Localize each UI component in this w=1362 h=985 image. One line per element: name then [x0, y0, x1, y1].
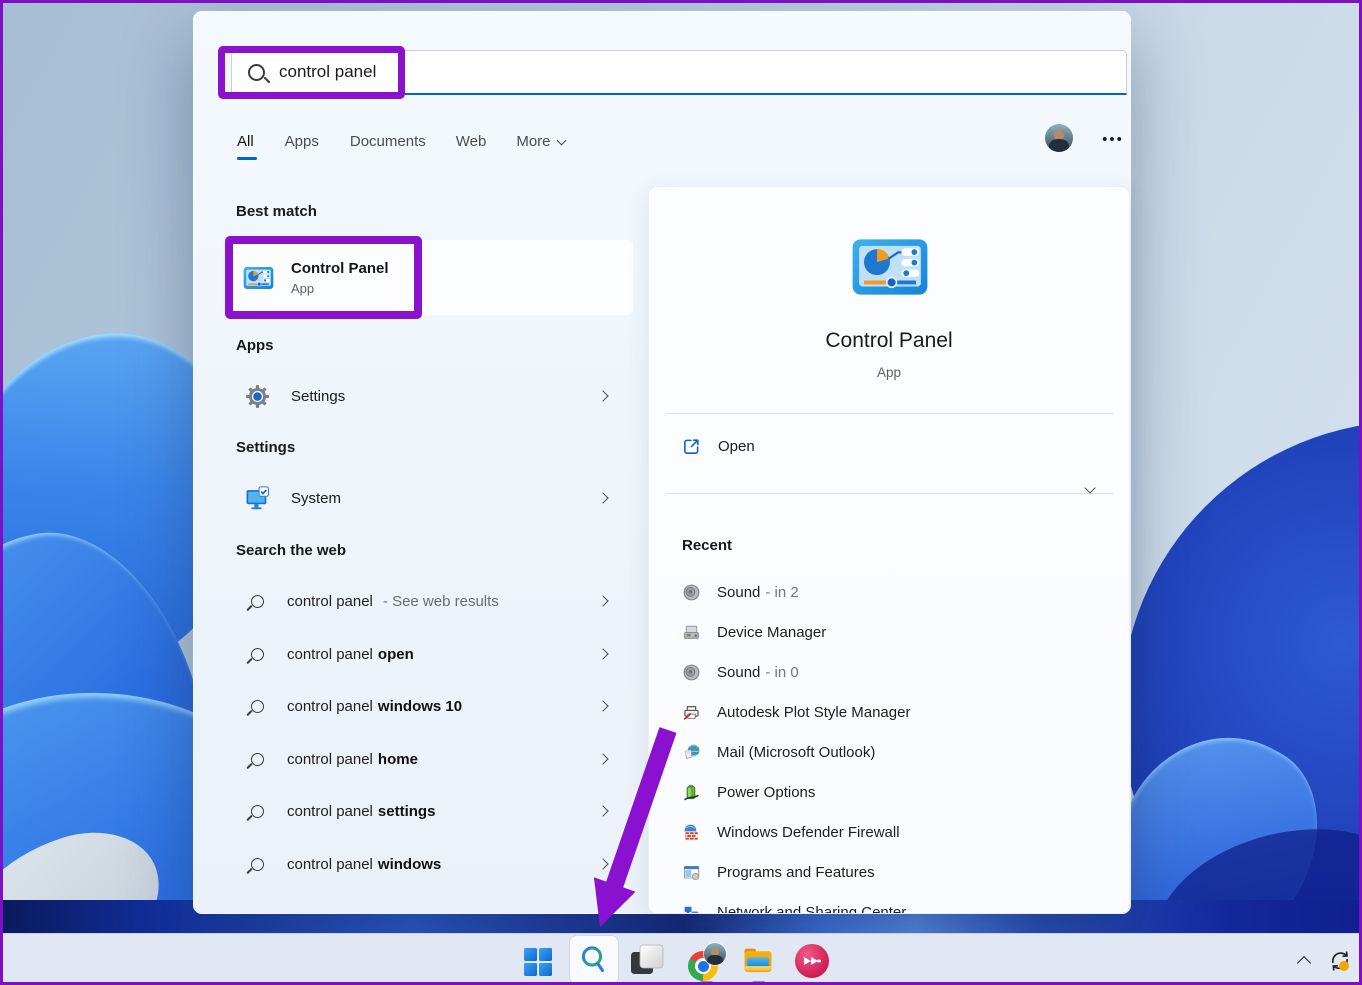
chrome-button[interactable]: [688, 943, 728, 983]
tab-all[interactable]: All: [237, 133, 254, 150]
expand-chevron-icon[interactable]: [1084, 482, 1095, 493]
capture-app-button[interactable]: [795, 944, 829, 978]
device-manager-icon: [682, 623, 701, 642]
result-label: System: [291, 490, 341, 507]
search-filter-tabs: All Apps Documents Web More: [237, 133, 565, 150]
gear-icon: [245, 384, 270, 409]
divider: [666, 493, 1114, 494]
apps-header: Apps: [236, 337, 274, 354]
task-view-button[interactable]: [630, 944, 666, 977]
tab-web[interactable]: Web: [456, 133, 487, 150]
recent-item-device-manager[interactable]: Device Manager: [682, 612, 1112, 652]
annotation-arrow: [543, 715, 683, 945]
web-suggestion[interactable]: control panel- See web results: [233, 577, 633, 625]
recent-item-sound[interactable]: Sound - in 2: [682, 572, 1112, 612]
search-query-text: control panel: [279, 62, 376, 82]
tab-apps[interactable]: Apps: [285, 133, 319, 150]
search-icon: [251, 595, 264, 608]
firewall-icon: [682, 823, 701, 842]
tab-documents[interactable]: Documents: [350, 133, 426, 150]
search-icon: [251, 700, 264, 713]
programs-icon: [682, 863, 701, 882]
taskbar-search-icon: [580, 945, 608, 975]
search-icon: [251, 648, 264, 661]
settings-header: Settings: [236, 439, 295, 456]
screenshot-root: control panel All Apps Documents Web Mor…: [0, 0, 1362, 985]
speaker-icon: [682, 583, 701, 602]
show-hidden-icons-button[interactable]: [1297, 956, 1311, 970]
best-match-text: Control Panel App: [291, 260, 389, 296]
result-system[interactable]: System: [233, 473, 633, 523]
search-icon: [251, 753, 264, 766]
control-panel-icon-large: [851, 237, 929, 297]
search-input[interactable]: control panel: [231, 50, 1127, 95]
user-avatar[interactable]: [1045, 124, 1073, 152]
web-suggestion[interactable]: control panelopen: [233, 630, 633, 678]
tab-more[interactable]: More: [516, 133, 564, 150]
start-button[interactable]: [523, 947, 553, 977]
recent-item-sound[interactable]: Sound - in 0: [682, 652, 1112, 692]
detail-subtitle: App: [649, 365, 1129, 380]
best-match-title: Control Panel: [291, 260, 389, 277]
plotter-icon: [682, 703, 701, 722]
network-icon: [682, 903, 701, 915]
search-web-header: Search the web: [236, 542, 346, 559]
open-label: Open: [718, 438, 755, 455]
result-label: Settings: [291, 388, 345, 405]
monitor-icon: [245, 486, 270, 511]
result-detail-panel: Control Panel App Open Recent: [648, 186, 1130, 914]
speaker-icon: [682, 663, 701, 682]
recent-item-network-center[interactable]: Network and Sharing Center: [682, 892, 1112, 914]
search-icon: [251, 858, 264, 871]
detail-title: Control Panel: [649, 329, 1129, 353]
divider: [666, 413, 1114, 414]
running-indicator: [700, 981, 713, 984]
chevron-down-icon: [556, 136, 566, 146]
recent-item-programs-features[interactable]: Programs and Features: [682, 852, 1112, 892]
chevron-right-icon: [597, 700, 608, 711]
recent-header: Recent: [682, 537, 732, 554]
control-panel-icon: [243, 266, 274, 290]
battery-icon: [682, 783, 701, 802]
best-match-type: App: [291, 281, 389, 296]
options-menu-button[interactable]: •••: [1093, 131, 1133, 148]
open-external-icon: [682, 437, 701, 456]
chrome-profile-avatar: [704, 943, 726, 965]
chevron-right-icon: [597, 492, 608, 503]
chevron-right-icon: [597, 595, 608, 606]
result-settings[interactable]: Settings: [233, 371, 633, 421]
recent-item-power-options[interactable]: Power Options: [682, 772, 1112, 812]
recent-item-mail[interactable]: Mail (Microsoft Outlook): [682, 732, 1112, 772]
recent-item-plot-style-manager[interactable]: Autodesk Plot Style Manager: [682, 692, 1112, 732]
running-indicator: [752, 981, 765, 984]
chevron-right-icon: [597, 390, 608, 401]
search-icon: [248, 64, 265, 81]
double-arrow-icon: [801, 951, 823, 971]
sync-status-icon[interactable]: [1325, 947, 1355, 980]
chevron-right-icon: [597, 648, 608, 659]
search-icon: [251, 805, 264, 818]
recent-item-defender-firewall[interactable]: Windows Defender Firewall: [682, 812, 1112, 852]
best-match-result[interactable]: Control Panel App: [233, 240, 633, 315]
open-action[interactable]: Open: [682, 437, 755, 456]
best-match-header: Best match: [236, 203, 317, 220]
mail-globe-icon: [682, 743, 701, 762]
file-explorer-button[interactable]: [743, 945, 773, 976]
